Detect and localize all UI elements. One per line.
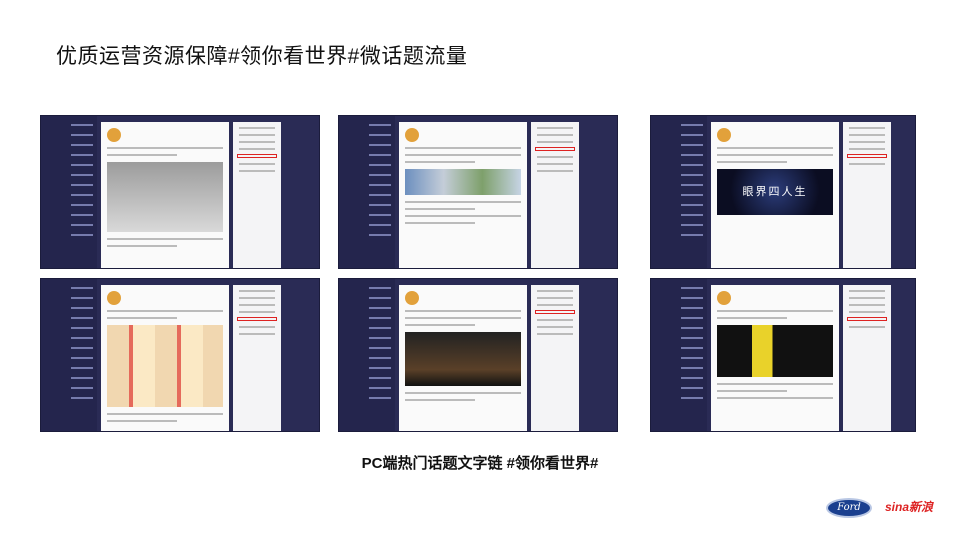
highlighted-topic-link — [535, 310, 575, 314]
hot-topics-sidebar — [843, 285, 891, 431]
feed-column: 眼界四人生 — [711, 122, 839, 268]
hot-topics-sidebar — [531, 285, 579, 431]
avatar — [405, 291, 419, 305]
highlighted-topic-link — [847, 317, 887, 321]
post-image-grid — [107, 325, 223, 407]
screenshot-weibo-feed-2 — [338, 115, 618, 269]
hot-topics-sidebar — [233, 285, 281, 431]
left-nav — [651, 116, 707, 268]
highlighted-topic-link — [237, 317, 277, 321]
sina-logo: sina新浪 — [885, 500, 934, 514]
screenshot-weibo-feed-1 — [40, 115, 320, 269]
hot-topics-sidebar — [531, 122, 579, 268]
left-nav — [651, 279, 707, 431]
screenshot-weibo-feed-3: 眼界四人生 — [650, 115, 916, 269]
avatar — [107, 128, 121, 142]
feed-column — [399, 285, 527, 431]
feed-column — [711, 285, 839, 431]
avatar — [405, 128, 419, 142]
feed-column — [101, 122, 229, 268]
caption: PC端热门话题文字链 #领你看世界# — [361, 455, 599, 472]
highlighted-topic-link — [847, 154, 887, 158]
post-image — [405, 169, 521, 195]
page-title: 优质运营资源保障#领你看世界#微话题流量 — [56, 45, 468, 68]
feed-column — [399, 122, 527, 268]
highlighted-topic-link — [535, 147, 575, 151]
feed-column — [101, 285, 229, 431]
post-image — [405, 332, 521, 386]
screenshot-weibo-feed-6 — [650, 278, 916, 432]
screenshot-weibo-feed-5 — [338, 278, 618, 432]
avatar — [717, 291, 731, 305]
ford-logo: Ford — [826, 498, 872, 518]
left-nav — [339, 279, 395, 431]
left-nav — [41, 279, 97, 431]
avatar — [107, 291, 121, 305]
video-player — [717, 325, 833, 377]
avatar — [717, 128, 731, 142]
highlighted-topic-link — [237, 154, 277, 158]
left-nav — [339, 116, 395, 268]
video-player: 眼界四人生 — [717, 169, 833, 215]
hot-topics-sidebar — [843, 122, 891, 268]
post-image — [107, 162, 223, 232]
left-nav — [41, 116, 97, 268]
screenshot-weibo-feed-4 — [40, 278, 320, 432]
hot-topics-sidebar — [233, 122, 281, 268]
